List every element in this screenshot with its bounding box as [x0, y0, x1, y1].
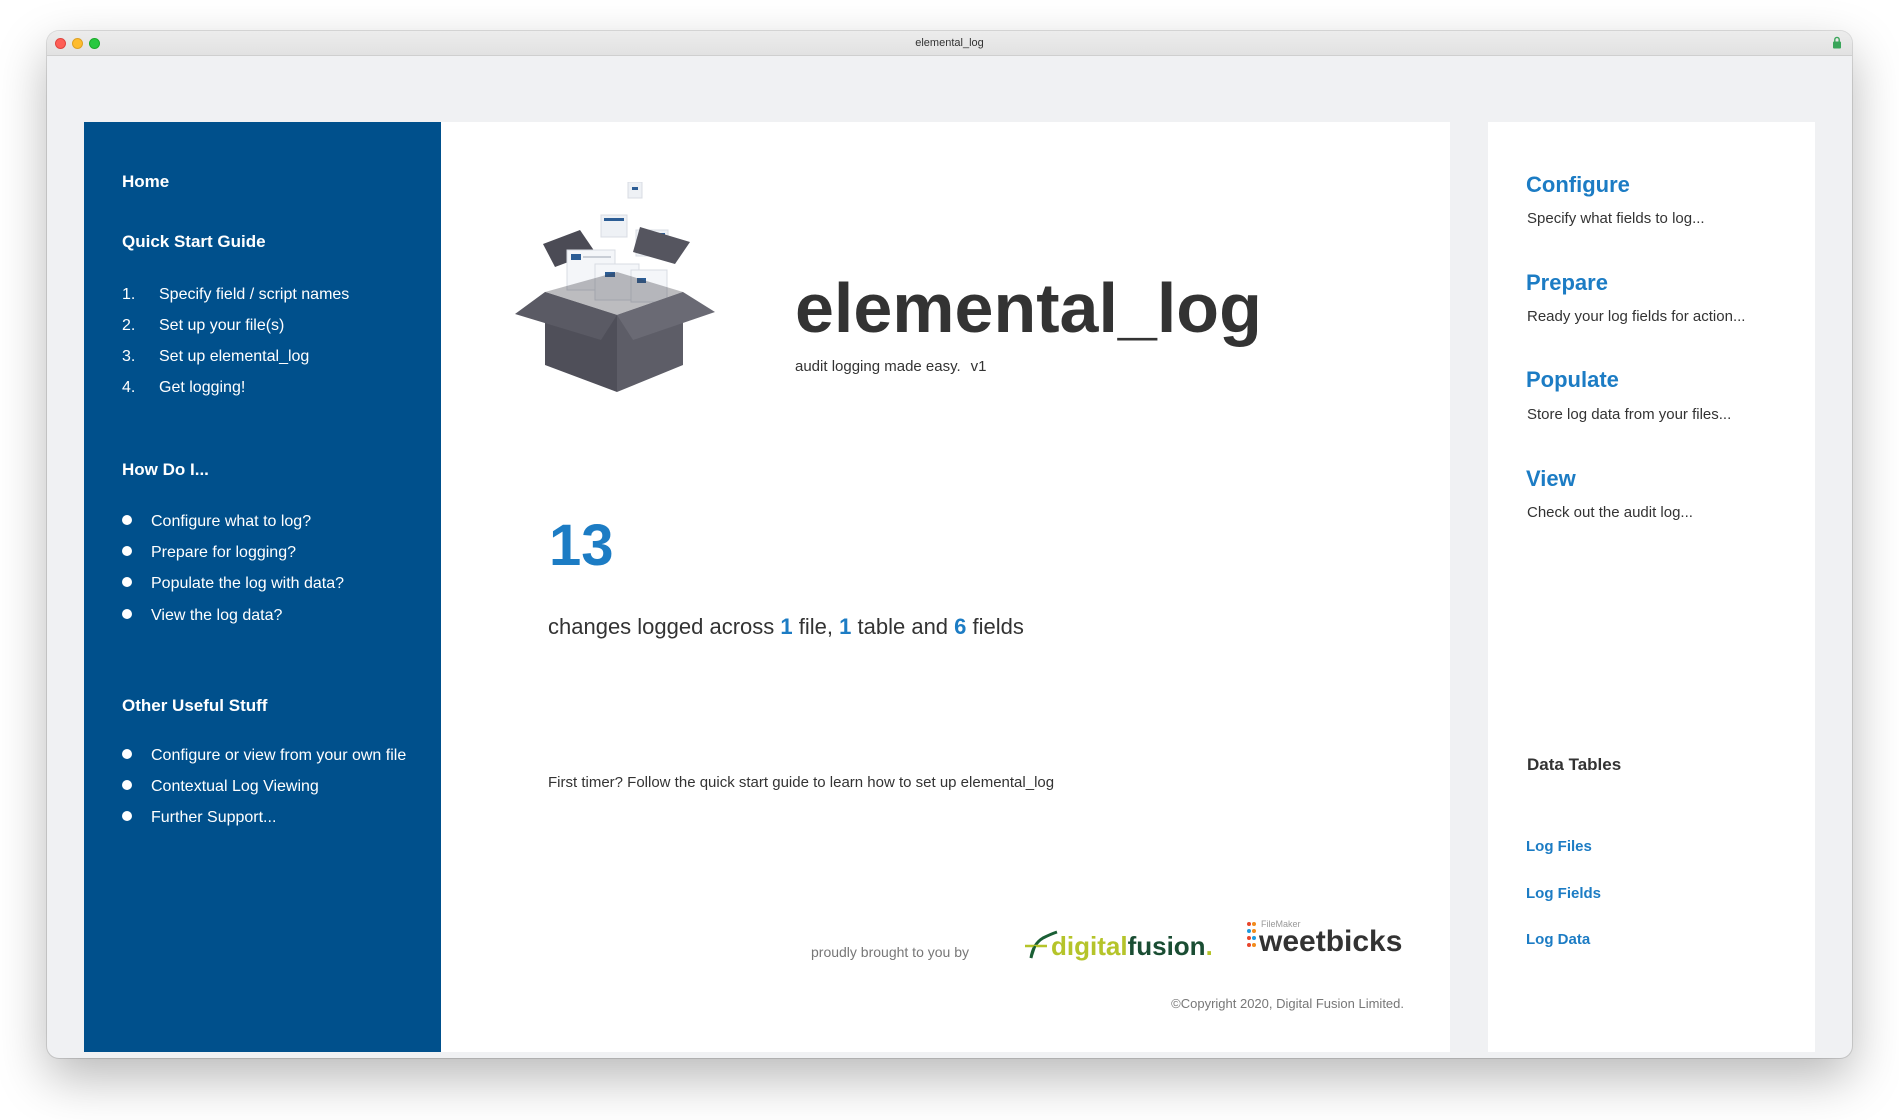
app-window: elemental_log Home Quick Start Guide 1. S…: [47, 31, 1852, 1058]
bullet-icon: [122, 514, 132, 525]
bullet-icon: [122, 576, 132, 587]
sidebar-nav: Home Quick Start Guide 1. Specify field /…: [84, 122, 441, 1052]
weetbicks-logo[interactable]: FileMaker weetbicks: [1246, 918, 1411, 960]
lock-icon: [1833, 36, 1841, 49]
configure-desc: Specify what fields to log...: [1527, 210, 1705, 227]
fields-word: fields: [972, 614, 1024, 639]
window-title: elemental_log: [915, 37, 984, 49]
configure-link[interactable]: Configure: [1526, 172, 1630, 198]
version-label: v1: [970, 358, 987, 375]
populate-link[interactable]: Populate: [1526, 367, 1619, 393]
weetbicks-logo-name: weetbicks: [1258, 925, 1402, 958]
nav-home[interactable]: Home: [122, 172, 169, 192]
df-logo-part3: .: [1206, 931, 1211, 961]
bullet-icon: [122, 779, 132, 790]
other-own-file[interactable]: Configure or view from your own file: [122, 747, 406, 765]
fields-count: 6: [954, 614, 967, 639]
svg-text:digitalfusion.: digitalfusion.: [1051, 931, 1211, 961]
populate-desc: Store log data from your files...: [1527, 406, 1732, 423]
how-do-i-label: Populate the log with data?: [151, 575, 345, 592]
open-box-illustration: [515, 182, 715, 392]
df-logo-part1: digital: [1051, 931, 1128, 961]
step-label: Get logging!: [159, 379, 246, 396]
log-fields-link[interactable]: Log Fields: [1526, 885, 1601, 902]
tables-word: table and: [857, 614, 949, 639]
how-do-i-configure[interactable]: Configure what to log?: [122, 513, 311, 531]
log-files-link[interactable]: Log Files: [1526, 838, 1592, 855]
main-panel: elemental_log audit logging made easy. v1…: [441, 122, 1450, 1052]
how-do-i-populate[interactable]: Populate the log with data?: [122, 575, 344, 593]
how-do-i-label: View the log data?: [151, 607, 283, 624]
view-link[interactable]: View: [1526, 466, 1576, 492]
change-count: 13: [549, 513, 614, 578]
log-summary: changes logged across 1 file, 1 table an…: [548, 614, 1024, 640]
data-tables-heading: Data Tables: [1527, 755, 1622, 774]
prepare-desc: Ready your log fields for action...: [1527, 308, 1746, 325]
df-logo-part2: fusion: [1128, 931, 1206, 961]
how-do-i-prepare[interactable]: Prepare for logging?: [122, 544, 296, 562]
first-timer-link[interactable]: First timer? Follow the quick start guid…: [548, 774, 1054, 791]
other-label: Contextual Log Viewing: [151, 778, 319, 795]
quick-start-item-4[interactable]: 4. Get logging!: [122, 379, 245, 397]
view-desc: Check out the audit log...: [1527, 504, 1693, 521]
tagline-text: audit logging made easy.: [795, 358, 961, 375]
quick-start-item-2[interactable]: 2. Set up your file(s): [122, 317, 284, 335]
other-further-support[interactable]: Further Support...: [122, 809, 276, 827]
step-label: Specify field / script names: [159, 286, 350, 303]
how-do-i-label: Configure what to log?: [151, 513, 312, 530]
brought-by-label: proudly brought to you by: [811, 944, 969, 960]
tables-count: 1: [839, 614, 852, 639]
other-stuff-heading: Other Useful Stuff: [122, 696, 268, 715]
step-label: Set up elemental_log: [159, 348, 310, 365]
copyright-text: ©Copyright 2020, Digital Fusion Limited.: [1171, 996, 1404, 1011]
bullet-icon: [122, 810, 132, 821]
other-label: Further Support...: [151, 809, 277, 826]
bullet-icon: [122, 748, 132, 759]
step-number: 2.: [122, 317, 136, 334]
how-do-i-label: Prepare for logging?: [151, 544, 296, 561]
window-content: Home Quick Start Guide 1. Specify field /…: [47, 56, 1852, 1058]
prepare-link[interactable]: Prepare: [1526, 270, 1608, 296]
other-label: Configure or view from your own file: [151, 747, 407, 764]
how-do-i-view[interactable]: View the log data?: [122, 607, 282, 625]
other-contextual-viewing[interactable]: Contextual Log Viewing: [122, 778, 319, 796]
files-count: 1: [780, 614, 793, 639]
log-data-link[interactable]: Log Data: [1526, 931, 1590, 948]
title-bar: elemental_log: [47, 31, 1852, 56]
how-do-i-heading: How Do I...: [122, 460, 209, 479]
bullet-icon: [122, 608, 132, 619]
digitalfusion-logo[interactable]: digitalfusion.: [1021, 924, 1211, 964]
step-number: 3.: [122, 348, 136, 365]
quick-start-item-3[interactable]: 3. Set up elemental_log: [122, 348, 309, 366]
step-number: 4.: [122, 379, 136, 396]
tagline: audit logging made easy. v1: [795, 358, 987, 375]
bullet-icon: [122, 545, 132, 556]
summary-prefix: changes logged across: [548, 614, 775, 639]
right-panel: Configure Specify what fields to log... …: [1488, 122, 1815, 1052]
quick-start-item-1[interactable]: 1. Specify field / script names: [122, 286, 349, 304]
files-word: file,: [798, 614, 834, 639]
quick-start-heading[interactable]: Quick Start Guide: [122, 232, 266, 252]
app-title: elemental_log: [795, 269, 1262, 347]
step-number: 1.: [122, 286, 136, 303]
step-label: Set up your file(s): [159, 317, 285, 334]
